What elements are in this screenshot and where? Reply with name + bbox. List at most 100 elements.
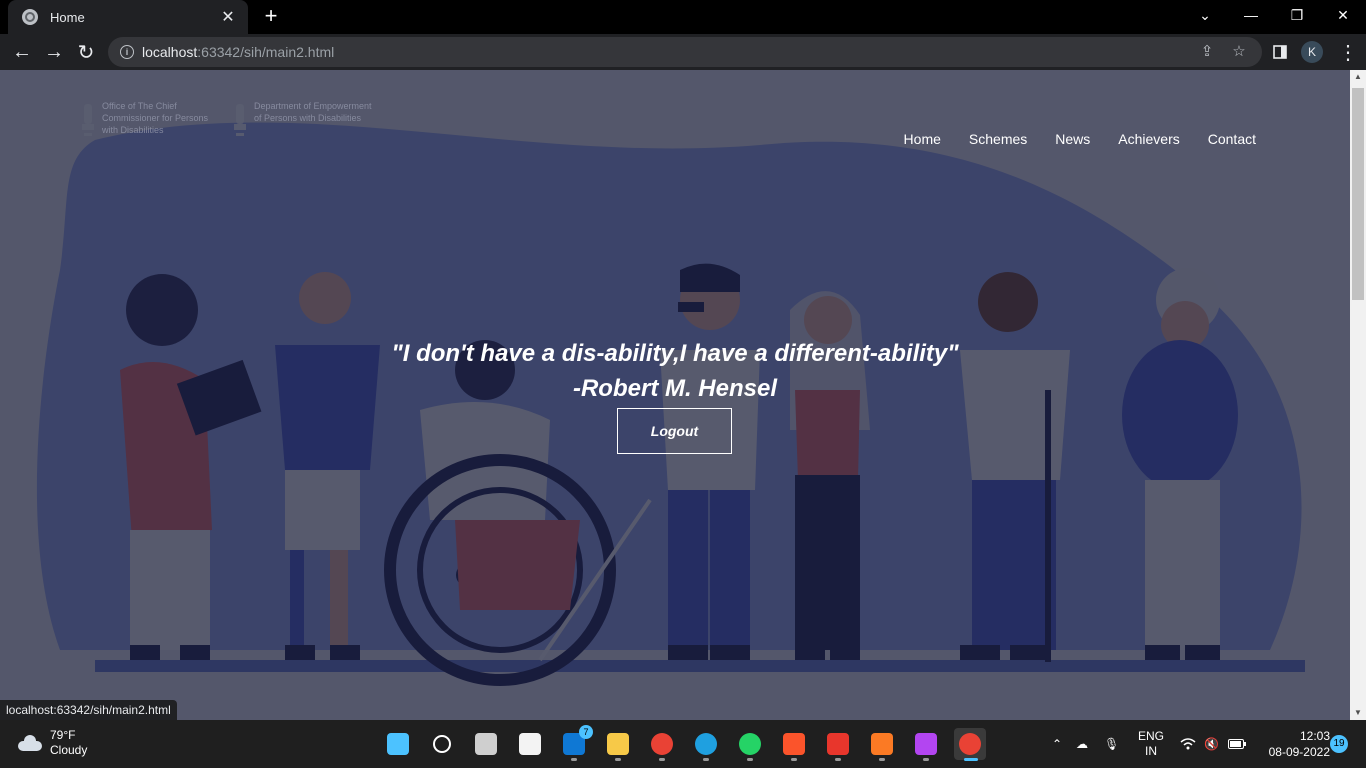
new-tab-button[interactable]: +	[258, 4, 284, 30]
nav-contact[interactable]: Contact	[1208, 131, 1256, 147]
emblem-icon	[234, 104, 246, 136]
logo-text: Department of Empowerment of Persons wit…	[254, 101, 372, 123]
address-bar[interactable]: i localhost:63342/sih/main2.html ⇪ ☆	[108, 37, 1262, 67]
nav-achievers[interactable]: Achievers	[1118, 131, 1179, 147]
emblem-icon	[82, 104, 94, 136]
url-host: localhost	[142, 44, 198, 60]
show-hidden-icons[interactable]: ⌃	[1052, 720, 1062, 768]
battery-icon[interactable]	[1228, 720, 1246, 768]
onedrive-icon[interactable]: ☁	[1076, 720, 1088, 768]
search-glyph	[433, 735, 451, 753]
bookmark-star-icon[interactable]: ☆	[1230, 43, 1248, 61]
header-logos[interactable]: Office of The Chief Commissioner for Per…	[80, 100, 374, 140]
mail-count-badge: 7	[579, 725, 593, 739]
hero-quote: "I don't have a dis-ability,I have a dif…	[391, 340, 959, 367]
region-label: IN	[1145, 744, 1157, 758]
running-indicator	[879, 758, 885, 761]
wps-office-glyph	[827, 733, 849, 755]
logout-button[interactable]: Logout	[617, 408, 732, 454]
wifi-icon[interactable]	[1180, 720, 1196, 768]
page-viewport: Office of The Chief Commissioner for Per…	[0, 70, 1350, 720]
browser-tab[interactable]: Home ✕	[8, 0, 248, 34]
store-glyph	[519, 733, 541, 755]
scroll-up-arrow-icon[interactable]: ▲	[1350, 70, 1366, 84]
task-view-glyph	[475, 733, 497, 755]
search-icon[interactable]	[426, 728, 458, 760]
close-tab-icon[interactable]: ✕	[218, 7, 238, 27]
chrome-profile-glyph	[959, 733, 981, 755]
menu-kebab-icon[interactable]: ⋮	[1334, 38, 1362, 66]
nav-news[interactable]: News	[1055, 131, 1090, 147]
close-window-button[interactable]: ✕	[1320, 0, 1366, 30]
side-panel-icon[interactable]	[1266, 38, 1294, 66]
globe-icon	[22, 9, 38, 25]
page-scrollbar[interactable]: ▲ ▼	[1350, 70, 1366, 720]
running-indicator	[615, 758, 621, 761]
file-explorer-icon[interactable]	[602, 728, 634, 761]
back-icon[interactable]: ←	[8, 38, 36, 66]
tab-strip: Home ✕ + ⌄ — ❐ ✕	[0, 0, 1366, 34]
running-indicator	[571, 758, 577, 761]
running-indicator	[747, 758, 753, 761]
logo-ccpd[interactable]: Office of The Chief Commissioner for Per…	[80, 100, 222, 140]
chrome-glyph	[651, 733, 673, 755]
profile-avatar[interactable]: K	[1301, 41, 1323, 63]
running-indicator	[964, 758, 978, 761]
whatsapp-icon[interactable]	[734, 728, 766, 761]
main-nav: Home Schemes News Achievers Contact	[904, 131, 1256, 147]
brave-glyph	[783, 733, 805, 755]
chrome-profile-icon[interactable]	[954, 728, 986, 761]
nav-schemes[interactable]: Schemes	[969, 131, 1027, 147]
wps-office-icon[interactable]	[822, 728, 854, 761]
running-indicator	[659, 758, 665, 761]
weather-desc: Cloudy	[50, 743, 88, 757]
volume-muted-icon[interactable]: 🔇	[1204, 720, 1219, 768]
weather-widget[interactable]: 79°F Cloudy	[16, 728, 87, 758]
brave-icon[interactable]	[778, 728, 810, 761]
reload-icon[interactable]: ↻	[72, 38, 100, 66]
cloud-icon	[16, 735, 42, 751]
nav-home[interactable]: Home	[904, 131, 941, 147]
file-explorer-glyph	[607, 733, 629, 755]
browser-toolbar: ← → ↻ i localhost:63342/sih/main2.html ⇪…	[0, 34, 1366, 70]
xampp-icon[interactable]	[866, 728, 898, 761]
xampp-glyph	[871, 733, 893, 755]
language-label: ENG	[1138, 729, 1165, 743]
store-icon[interactable]	[514, 728, 546, 760]
site-info-icon[interactable]: i	[120, 45, 134, 59]
scroll-down-arrow-icon[interactable]: ▼	[1350, 706, 1366, 720]
start-icon[interactable]	[382, 728, 414, 760]
tab-search-icon[interactable]: ⌄	[1182, 0, 1228, 30]
status-bar-url: localhost:63342/sih/main2.html	[0, 700, 177, 720]
notification-badge[interactable]: 19	[1330, 735, 1348, 753]
clock-time: 12:03	[1299, 729, 1330, 743]
running-indicator	[923, 758, 929, 761]
hero-quote-author: -Robert M. Hensel	[572, 375, 778, 402]
weather-temp: 79°F	[50, 728, 76, 742]
edge-icon[interactable]	[690, 728, 722, 761]
chrome-icon[interactable]	[646, 728, 678, 761]
clock-date: 08-09-2022	[1268, 745, 1330, 759]
restore-button[interactable]: ❐	[1274, 0, 1320, 30]
tab-title: Home	[50, 9, 85, 25]
language-indicator[interactable]: ENG IN	[1138, 720, 1164, 768]
share-icon[interactable]: ⇪	[1198, 43, 1216, 61]
start-glyph	[387, 733, 409, 755]
url-path: :63342/sih/main2.html	[197, 44, 335, 60]
running-indicator	[835, 758, 841, 761]
mail-icon[interactable]: 7	[558, 725, 593, 761]
whatsapp-glyph	[739, 733, 761, 755]
running-indicator	[703, 758, 709, 761]
task-view-icon[interactable]	[470, 728, 502, 760]
edge-glyph	[695, 733, 717, 755]
minimize-button[interactable]: —	[1228, 0, 1274, 30]
microphone-icon[interactable]: 🎙	[1104, 720, 1119, 768]
phpstorm-glyph	[915, 733, 937, 755]
system-clock[interactable]: 12:03 08-09-2022	[1254, 728, 1330, 760]
running-indicator	[791, 758, 797, 761]
windows-taskbar: 79°F Cloudy 7 ⌃ ☁ 🎙 ENG IN 🔇 12:03 08-09…	[0, 720, 1366, 768]
logo-depwd[interactable]: Department of Empowerment of Persons wit…	[232, 100, 374, 140]
phpstorm-icon[interactable]	[910, 728, 942, 761]
forward-icon[interactable]: →	[40, 38, 68, 66]
scroll-thumb[interactable]	[1352, 88, 1364, 300]
